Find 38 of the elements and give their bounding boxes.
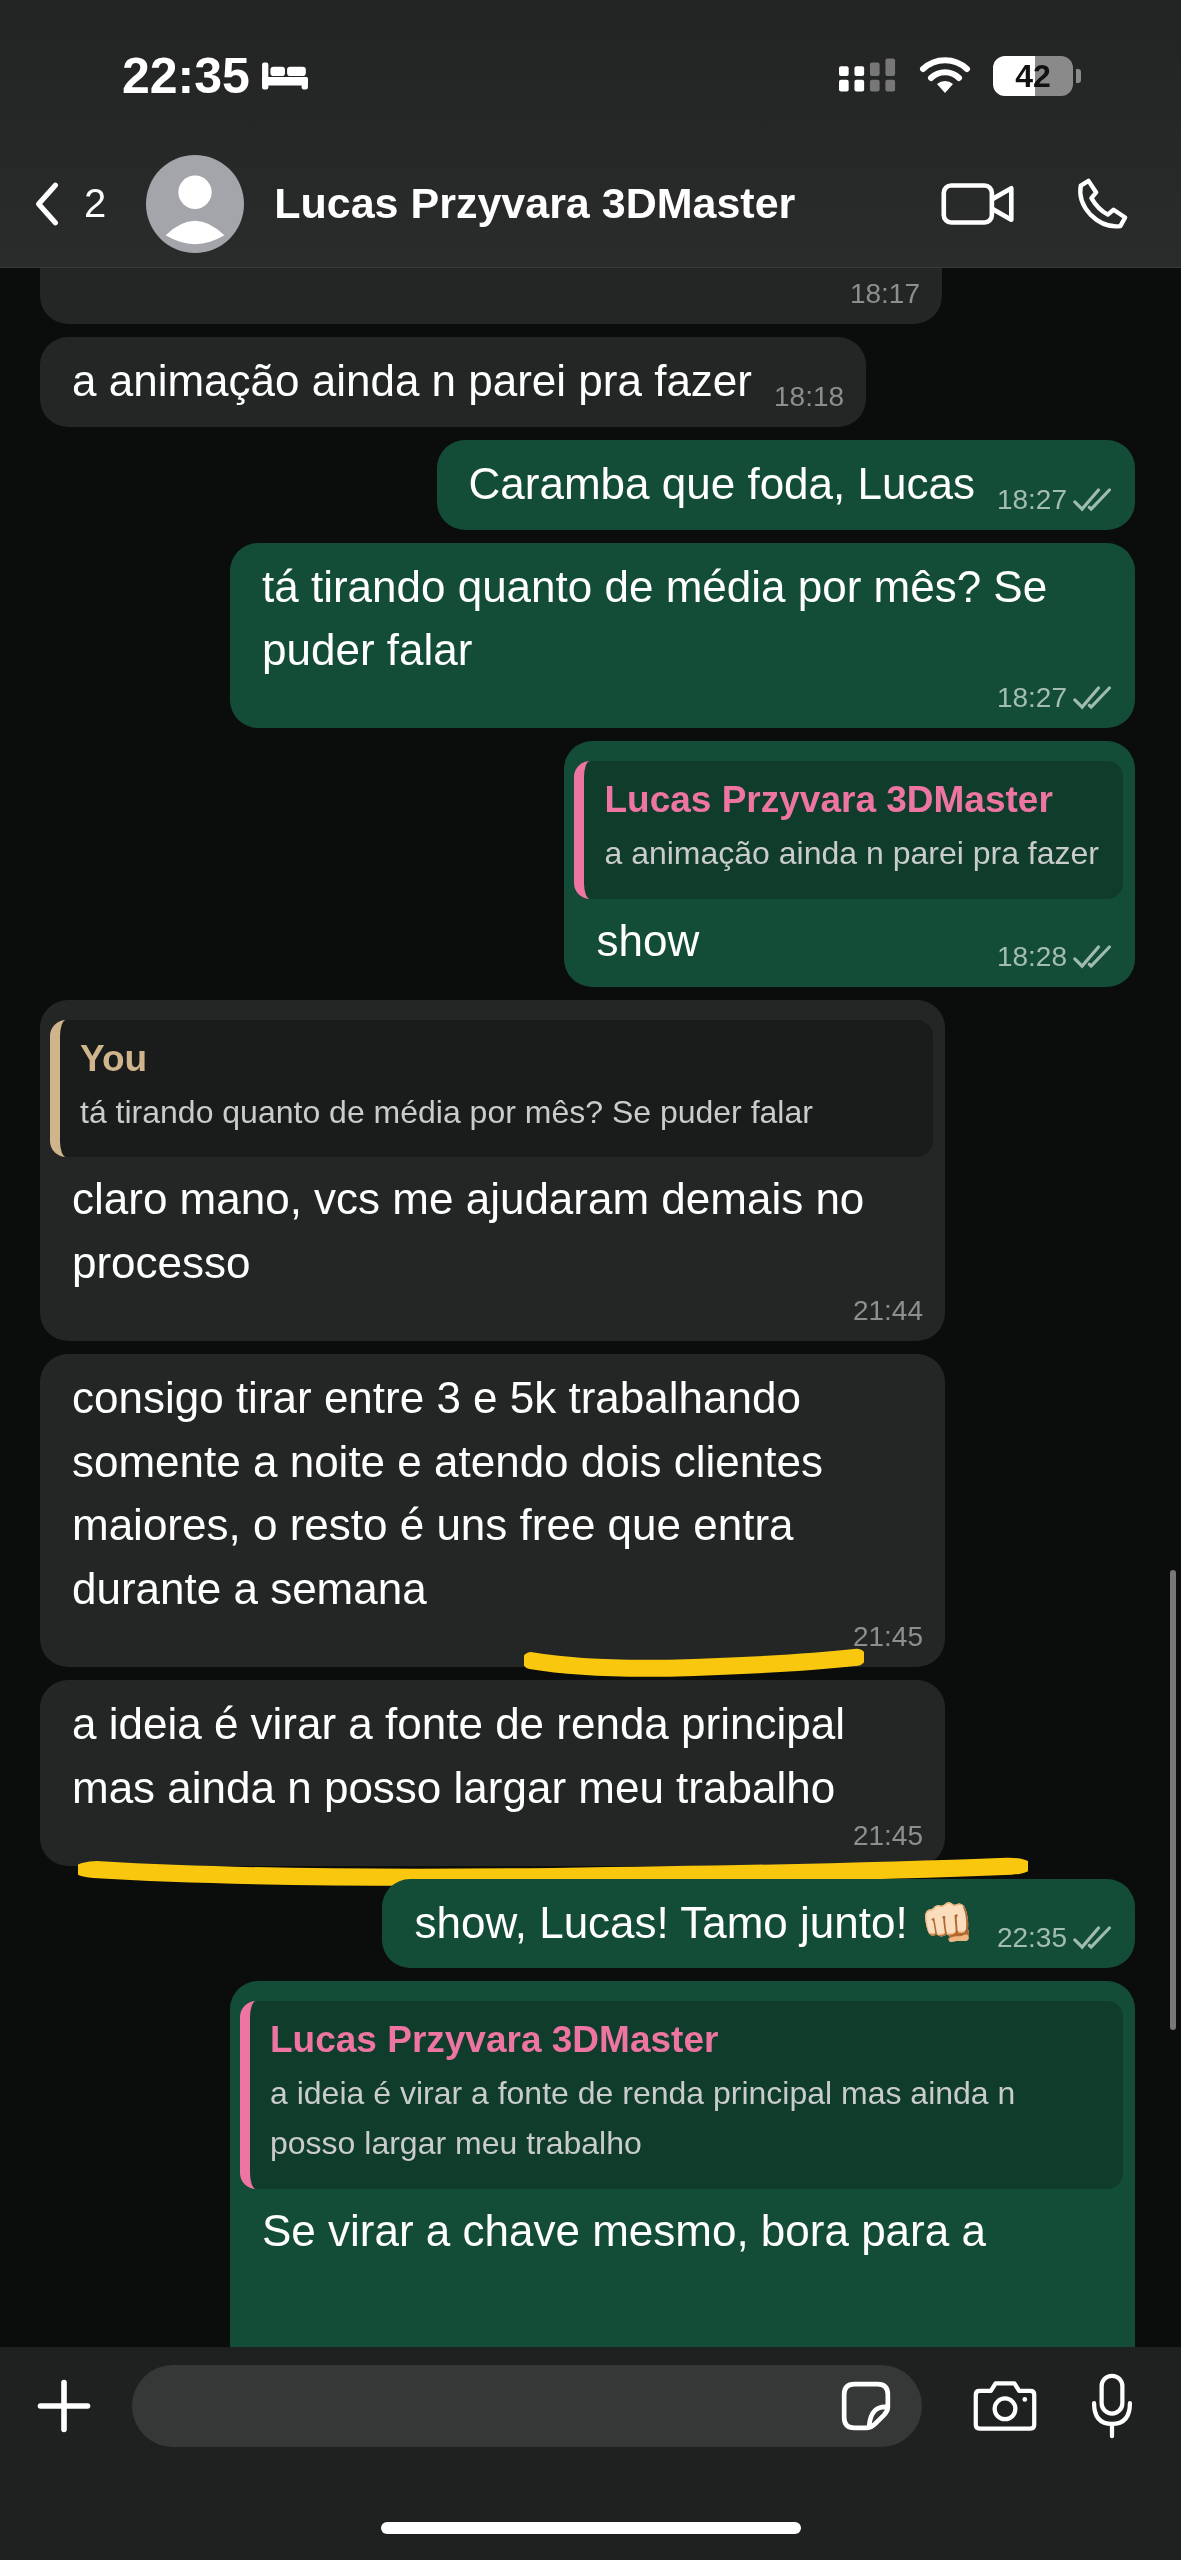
signal-icon [839, 58, 897, 94]
message-time: 18:28 [996, 940, 1067, 973]
back-button[interactable]: 2 [34, 180, 107, 227]
message-text: claro mano, vcs me ajudaram demais no processo [72, 1173, 866, 1289]
message-text: tá tirando quanto de média por mês? Se puder falar [262, 560, 1049, 677]
message-text: Se virar a chave mesmo, bora para a [262, 2204, 986, 2257]
message-time: 21:45 [852, 1819, 923, 1852]
quote-text: a animação ainda n parei pra fazer [604, 834, 1099, 874]
message-time: 18:17 [849, 278, 920, 310]
message-time: 21:44 [852, 1294, 923, 1327]
wifi-icon [919, 57, 971, 95]
plus-icon[interactable] [36, 2378, 92, 2434]
message-text: Caramba que foda, Lucas [468, 457, 975, 510]
message-time: 18:27 [996, 483, 1067, 516]
camera-icon[interactable] [972, 2379, 1038, 2433]
phone-call-icon[interactable] [1075, 176, 1129, 231]
status-time: 22:35 [122, 47, 250, 105]
message-text: show, Lucas! Tamo junto! 👊🏻 [414, 1896, 975, 1949]
back-icon[interactable] [34, 180, 60, 227]
microphone-icon[interactable] [1090, 2373, 1134, 2439]
message-time: 22:35 [996, 1922, 1067, 1955]
contact-name[interactable]: Lucas Przyvara 3DMaster [274, 179, 941, 228]
avatar-icon[interactable] [146, 154, 245, 253]
quote-text: tá tirando quanto de média por mês? Se puder falar [80, 1092, 814, 1132]
message-text: a ideia é virar a fonte de renda principal mas ainda n posso largar meu trabalho [72, 1697, 846, 1814]
quote-author: Lucas Przyvara 3DMaster [270, 2019, 720, 2062]
message-text: show [596, 914, 700, 967]
message-time: 21:45 [852, 1620, 923, 1653]
bed-icon [259, 60, 310, 92]
quote-text: a ideia é virar a fonte de renda principal mas ainda n posso largar meu trabalho [270, 2074, 1017, 2163]
message-text: consigo tirar entre 3 e 5k trabalhando somente a noite e atendo dois clientes maiores, o resto é uns free que entra durante a semana [72, 1371, 824, 1616]
message-time: 18:27 [996, 682, 1067, 715]
battery-indicator: 42 [993, 56, 1081, 96]
message-time: 18:18 [774, 380, 845, 413]
message-text: a animação ainda n parei pra fazer [72, 355, 752, 407]
sticker-icon[interactable] [840, 2380, 892, 2432]
quote-author: You [80, 1037, 149, 1080]
quote-author: Lucas Przyvara 3DMaster [604, 779, 1054, 822]
